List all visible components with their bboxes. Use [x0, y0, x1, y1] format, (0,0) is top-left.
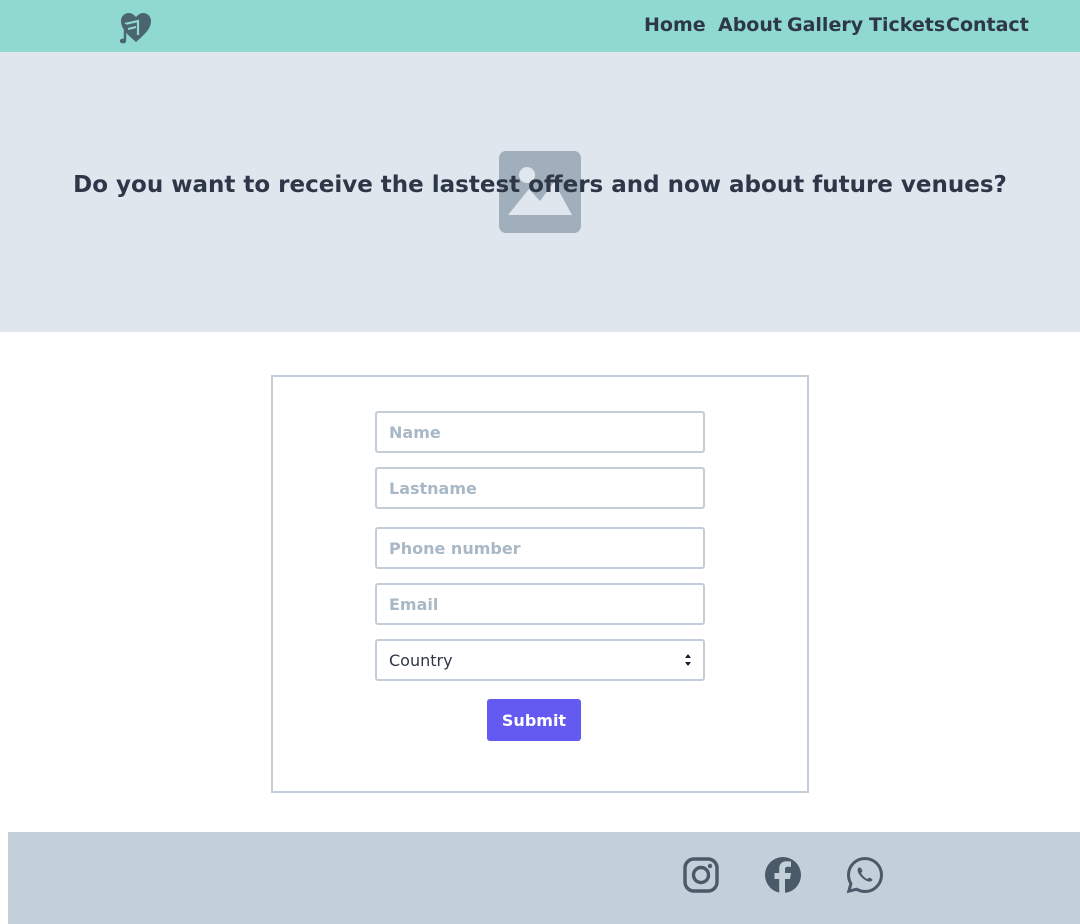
nav-contact[interactable]: Contact	[946, 14, 1029, 36]
country-select-value: Country	[389, 651, 453, 670]
nav-tickets[interactable]: Tickets	[869, 14, 945, 36]
site-footer	[8, 832, 1080, 924]
phone-field[interactable]	[375, 527, 705, 569]
nav-gallery[interactable]: Gallery	[787, 14, 863, 36]
select-arrows-icon	[685, 654, 691, 666]
whatsapp-icon[interactable]	[845, 855, 885, 895]
submit-button[interactable]: Submit	[487, 699, 581, 741]
hero-section: Do you want to receive the lastest offer…	[0, 52, 1080, 332]
country-select[interactable]: Country	[375, 639, 705, 681]
name-field[interactable]	[375, 411, 705, 453]
music-heart-icon[interactable]	[118, 10, 154, 46]
nav-about[interactable]: About	[718, 14, 782, 36]
instagram-icon[interactable]	[681, 855, 721, 895]
nav-home[interactable]: Home	[644, 14, 706, 36]
email-field[interactable]	[375, 583, 705, 625]
lastname-field[interactable]	[375, 467, 705, 509]
facebook-icon[interactable]	[763, 855, 803, 895]
site-header: Home About Gallery Tickets Contact	[0, 0, 1080, 52]
hero-title: Do you want to receive the lastest offer…	[73, 172, 1007, 198]
